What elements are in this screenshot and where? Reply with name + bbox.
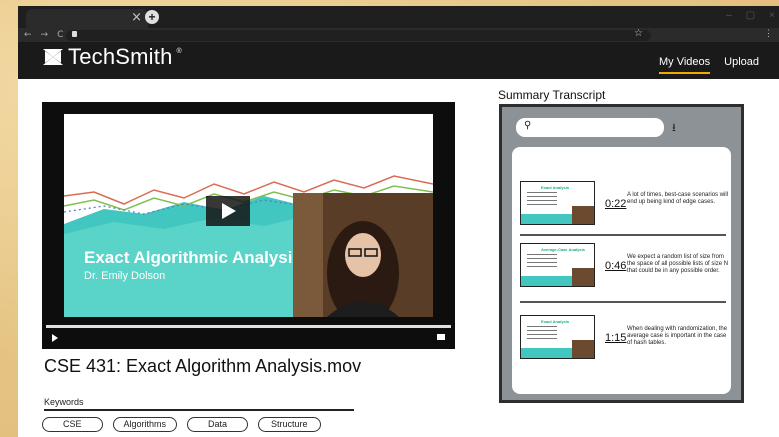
captions-icon[interactable] <box>437 334 445 340</box>
transcript-entry[interactable]: Exact Analysis 1:15 When dealing with ra… <box>520 315 727 361</box>
transcript-panel: ⚲ ⭳ Exact Analysis 0:22 A lot of times, … <box>499 104 744 403</box>
reload-icon[interactable]: C <box>57 30 63 40</box>
browser-tab[interactable]: × <box>26 9 148 28</box>
presenter-image <box>293 193 433 317</box>
entry-snippet: We expect a random list of size from the… <box>627 254 729 274</box>
back-icon[interactable]: ← <box>24 30 32 40</box>
transcript-entry[interactable]: Average-Case Analysis 0:46 We expect a r… <box>520 243 728 289</box>
thumbnail-wave <box>521 348 573 358</box>
forward-icon[interactable]: → <box>41 30 49 40</box>
entry-timestamp[interactable]: 1:15 <box>605 332 626 344</box>
thumbnail-webcam <box>572 340 594 358</box>
entry-thumbnail: Exact Analysis <box>520 315 595 359</box>
techsmith-logo[interactable]: TechSmith ® <box>42 44 182 70</box>
window-controls: – ▢ × <box>726 10 775 21</box>
play-overlay-button[interactable] <box>206 196 250 226</box>
browser-toolbar: ← → C ☆ ⋮ <box>18 28 779 42</box>
thumbnail-text-lines <box>527 326 557 342</box>
nav-upload[interactable]: Upload <box>724 56 759 74</box>
keyword-pill[interactable]: Algorithms <box>112 417 178 432</box>
slide-title: Exact Algorithmic Analysis <box>84 248 302 267</box>
thumbnail-webcam <box>572 206 594 224</box>
techsmith-logo-icon <box>43 49 63 65</box>
lock-icon <box>72 31 77 37</box>
entry-timestamp[interactable]: 0:22 <box>605 198 626 210</box>
keyword-pill[interactable]: Data <box>187 417 249 432</box>
keywords-divider <box>44 409 354 411</box>
entry-thumbnail: Exact Analysis <box>520 181 595 225</box>
entry-snippet: When dealing with randomization, the ave… <box>627 326 728 346</box>
entry-separator <box>520 301 726 303</box>
bookmark-star-icon[interactable]: ☆ <box>634 28 643 39</box>
entry-snippet: A lot of times, best-case scenarios will… <box>627 192 729 205</box>
slide-subtitle: Dr. Emily Dolson <box>84 270 166 282</box>
presenter-webcam <box>293 193 433 317</box>
maximize-icon[interactable]: ▢ <box>746 10 755 21</box>
site-header: TechSmith ® My Videos Upload <box>18 42 779 79</box>
thumbnail-text-lines <box>527 254 557 270</box>
control-play-icon[interactable] <box>52 334 58 342</box>
thumbnail-text-lines <box>527 192 557 208</box>
tab-close-icon[interactable]: × <box>131 10 142 25</box>
keyword-list: CSE Algorithms Data Structure <box>42 417 321 432</box>
video-title: CSE 431: Exact Algorithm Analysis.mov <box>44 356 362 376</box>
tab-bar: × + – ▢ × <box>18 6 779 28</box>
address-bar[interactable]: ☆ <box>66 28 651 41</box>
nav-buttons: ← → C <box>24 30 63 40</box>
close-window-icon[interactable]: × <box>769 10 775 21</box>
browser-window: × + – ▢ × ← → C ☆ ⋮ TechSmith ® My Video… <box>18 6 779 437</box>
registered-mark: ® <box>176 47 182 55</box>
transcript-heading: Summary Transcript <box>498 88 606 102</box>
transcript-list: Exact Analysis 0:22 A lot of times, best… <box>512 147 731 394</box>
entry-timestamp[interactable]: 0:46 <box>605 260 626 272</box>
nav-my-videos[interactable]: My Videos <box>658 56 711 74</box>
thumbnail-webcam <box>572 268 594 286</box>
search-icon: ⚲ <box>524 120 532 131</box>
minimize-icon[interactable]: – <box>726 10 732 21</box>
transcript-entry[interactable]: Exact Analysis 0:22 A lot of times, best… <box>520 181 728 227</box>
download-icon[interactable]: ⭳ <box>672 119 676 138</box>
keywords-label: Keywords <box>44 397 84 407</box>
thumbnail-title: Exact Analysis <box>541 185 570 190</box>
new-tab-button[interactable]: + <box>145 10 159 24</box>
thumbnail-title: Exact Analysis <box>541 319 570 324</box>
transcript-search-input[interactable]: ⚲ <box>516 118 664 137</box>
video-player[interactable]: Exact Algorithmic Analysis Dr. Emily Dol… <box>42 102 455 349</box>
thumbnail-title: Average-Case Analysis <box>541 247 585 252</box>
entry-thumbnail: Average-Case Analysis <box>520 243 595 287</box>
progress-bar[interactable] <box>46 325 451 328</box>
entry-separator <box>520 234 726 236</box>
thumbnail-wave <box>521 214 573 224</box>
top-nav: My Videos Upload <box>658 56 759 74</box>
browser-menu-icon[interactable]: ⋮ <box>764 28 773 39</box>
keyword-pill[interactable]: Structure <box>258 417 321 432</box>
brand-name: TechSmith <box>68 44 173 69</box>
thumbnail-wave <box>521 276 573 286</box>
keyword-pill[interactable]: CSE <box>42 417 103 432</box>
